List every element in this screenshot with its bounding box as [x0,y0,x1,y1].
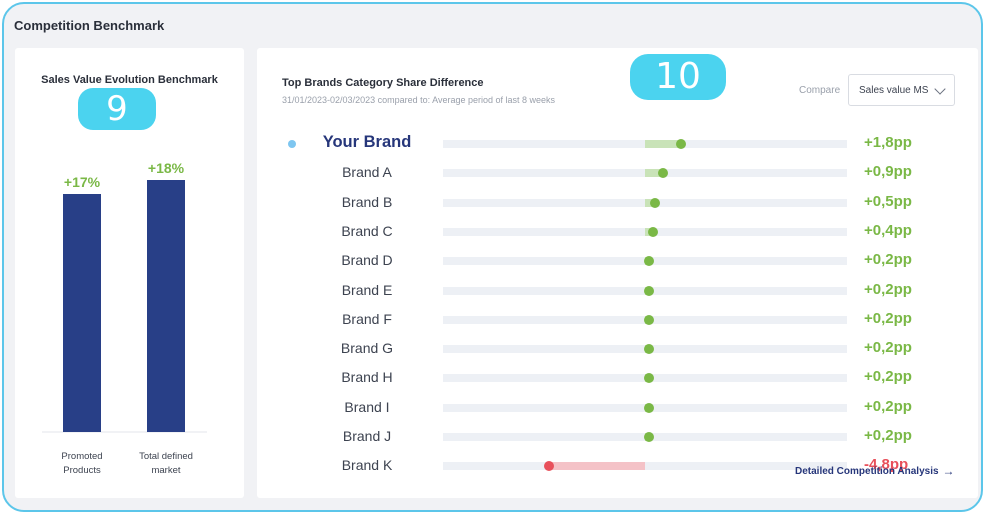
section-title: Competition Benchmark [14,18,165,33]
share-diff-value: +0,2pp [864,397,912,415]
share-diff-value: +0,2pp [864,427,912,444]
brand-row: Brand A +0,9pp [257,160,978,186]
share-diff-track [443,285,847,296]
category-label-1: Total defined market [139,451,193,476]
brand-name: Your Brand [322,133,412,151]
share-diff-point [644,402,654,413]
share-diff-value: +1,8pp [864,134,912,151]
share-diff-point [650,197,660,208]
brand-row: Brand I +0,2pp [257,395,978,421]
share-diff-track [443,344,847,355]
share-diff-track [443,256,847,267]
share-diff-track [443,373,847,384]
detailed-competition-analysis-link[interactable]: Detailed Competition Analysis → [795,464,955,478]
brand-name: Brand C [341,222,393,239]
share-diff-track [443,432,847,442]
step-badge-9: 9 [78,88,156,130]
category-label-0: Promoted Products [61,451,103,476]
brand-name: Brand I [344,398,390,415]
share-diff-track [443,226,847,237]
brand-row: Brand E +0,2pp [257,278,978,304]
share-diff-value: +0,5pp [864,192,912,210]
share-diff-point [644,344,654,355]
share-diff-track [443,197,847,208]
step-badge-10: 10 [630,54,726,100]
share-diff-value: +0,2pp [864,339,912,357]
brand-share-card: Top Brands Category Share Difference 31/… [257,48,978,498]
brand-row: Brand F +0,2pp [257,307,978,333]
share-diff-value: +0,9pp [864,163,912,181]
share-diff-track [443,461,847,472]
share-diff-point [644,373,654,384]
share-diff-point [644,256,654,267]
share-diff-track [443,402,847,413]
brand-name: Brand E [341,281,393,298]
brand-row: Brand C +0,4pp [257,219,978,245]
brand-name: Brand H [341,369,393,386]
compare-dropdown-value: Sales value MS [859,84,929,96]
arrow-right-icon: → [942,464,955,478]
brand-row: Brand G +0,2pp [257,336,978,362]
brand-name: Brand D [341,252,393,269]
share-diff-track [443,314,847,325]
share-diff-value: +0,2pp [864,280,912,298]
your-brand-marker-icon [288,140,296,148]
brand-row: Brand H +0,2pp [257,365,978,391]
share-diff-value: +0,2pp [864,251,912,269]
compare-label: Compare [799,85,841,96]
bar-data-label-1: +18% [148,160,185,176]
share-diff-value: +0,2pp [864,368,912,386]
brand-row: Brand B +0,5pp [257,190,978,216]
share-diff-fill [549,462,645,471]
bar-0 [63,194,101,432]
chevron-down-icon [934,83,946,95]
share-diff-point [676,139,686,149]
brand-row: Your Brand +1,8pp [257,131,978,157]
compare-dropdown[interactable]: Sales value MS [848,74,955,106]
brand-name: Brand J [342,428,392,444]
brand-name: Brand A [342,164,392,181]
share-diff-point [644,314,654,325]
bar-1 [147,180,185,432]
brand-name: Brand G [340,340,394,357]
brand-row: Brand J +0,2pp [257,424,978,450]
brand-name: Brand F [342,310,392,327]
share-diff-point [644,285,654,296]
share-diff-point [658,168,668,179]
brand-share-subtitle: 31/01/2023-02/03/2023 compared to: Avera… [282,95,556,105]
detail-link-label: Detailed Competition Analysis [795,465,939,477]
share-diff-value: +0,2pp [864,309,912,327]
brand-share-title: Top Brands Category Share Difference [282,77,484,89]
share-diff-value: +0,4pp [864,221,912,239]
brand-row: Brand D +0,2pp [257,248,978,274]
benchmark-frame: Competition Benchmark Sales Value Evolut… [2,2,983,512]
brand-name: Brand B [341,193,393,210]
share-diff-track [443,168,847,179]
share-diff-track [443,139,847,149]
share-diff-point [648,226,658,237]
bar-data-label-0: +17% [64,174,101,190]
share-diff-point [644,432,654,442]
brand-name: Brand K [341,457,393,474]
